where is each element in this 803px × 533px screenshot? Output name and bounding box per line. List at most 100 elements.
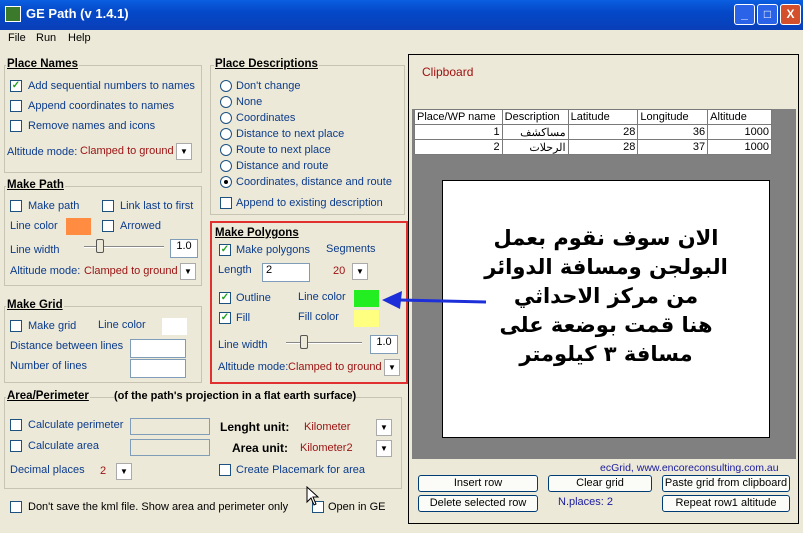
title-bar: GE Path (v 1.4.1) _ □ X [0, 0, 803, 30]
poly-width-slider[interactable] [286, 342, 362, 344]
window-title: GE Path (v 1.4.1) [26, 6, 129, 21]
desc-option-radio[interactable] [220, 128, 232, 140]
grid-distance-label: Distance between lines [10, 340, 124, 352]
clipboard-table: Place/WP name Description Latitude Longi… [414, 109, 772, 155]
annotation-line: من مركز الاحداثي [513, 284, 699, 308]
make-grid-checkbox[interactable] [10, 320, 22, 332]
desc-option-radio[interactable] [220, 160, 232, 172]
alt-mode-value: Clamped to ground [80, 145, 174, 157]
desc-option-radio[interactable] [220, 80, 232, 92]
remove-names-checkbox[interactable] [10, 120, 22, 132]
link-last-checkbox[interactable] [102, 200, 114, 212]
insert-row-button[interactable]: Insert row [418, 475, 538, 492]
path-width-thumb[interactable] [96, 239, 104, 253]
col-header-lat[interactable]: Latitude [567, 109, 639, 125]
grid-line-color-swatch[interactable] [162, 318, 187, 335]
paste-grid-button[interactable]: Paste grid from clipboard [662, 475, 790, 492]
table-cell[interactable]: 1000 [707, 124, 772, 140]
menu-run[interactable]: Run [36, 32, 56, 44]
clipboard-title: Clipboard [422, 65, 474, 79]
segments-dropdown[interactable]: ▼ [352, 263, 368, 280]
length-unit-dropdown[interactable]: ▼ [376, 419, 392, 436]
grid-distance-input[interactable] [130, 339, 186, 358]
calc-area-checkbox[interactable] [10, 440, 22, 452]
poly-alt-dropdown[interactable]: ▼ [384, 359, 400, 376]
fill-label: Fill [236, 312, 251, 324]
clear-grid-button[interactable]: Clear grid [548, 475, 652, 492]
length-input[interactable]: 2 [262, 263, 310, 282]
poly-alt-value: Clamped to ground [288, 361, 382, 373]
fill-color-swatch[interactable] [354, 310, 379, 327]
menu-file[interactable]: File [8, 32, 26, 44]
make-polygons-checkbox[interactable]: ✓ [219, 244, 231, 256]
append-coords-checkbox[interactable] [10, 100, 22, 112]
arrowed-checkbox[interactable] [102, 220, 114, 232]
col-header-desc[interactable]: Description [501, 109, 569, 125]
menu-help[interactable]: Help [68, 32, 91, 44]
make-grid-title: Make Grid [6, 299, 64, 311]
table-cell[interactable]: 28 [567, 124, 639, 140]
desc-option-label: Don't change [236, 80, 301, 92]
minimize-button[interactable]: _ [734, 4, 755, 25]
table-cell[interactable]: الرحلات [501, 139, 569, 155]
poly-width-input[interactable]: 1.0 [370, 335, 398, 354]
table-cell[interactable]: مساكشف [501, 124, 569, 140]
repeat-altitude-button[interactable]: Repeat row1 altitude [662, 495, 790, 512]
path-alt-dropdown[interactable]: ▼ [180, 263, 196, 280]
credit-text: ecGrid, www.encoreconsulting.com.au [600, 462, 779, 474]
desc-option-radio[interactable] [220, 144, 232, 156]
decimal-dropdown[interactable]: ▼ [116, 463, 132, 480]
annotation-text: الان سوف نقوم بعمل البولجن ومسافة الدوائ… [446, 224, 766, 369]
desc-option-radio[interactable] [220, 176, 232, 188]
annotation-line: مسافة ٣ كيلومتر [519, 342, 693, 366]
dont-save-label: Don't save the kml file. Show area and p… [28, 501, 289, 513]
table-row[interactable]: 2 الرحلات 28 37 1000 [414, 139, 772, 155]
poly-width-thumb[interactable] [300, 335, 308, 349]
dont-save-checkbox[interactable] [10, 501, 22, 513]
make-path-checkbox[interactable] [10, 200, 22, 212]
area-output [130, 439, 210, 456]
col-header-alt[interactable]: Altitude [707, 109, 772, 125]
create-placemark-checkbox[interactable] [219, 464, 231, 476]
table-cell[interactable]: 2 [414, 139, 503, 155]
table-cell[interactable]: 37 [637, 139, 709, 155]
add-seq-checkbox[interactable]: ✓ [10, 80, 22, 92]
table-cell[interactable]: 1 [414, 124, 503, 140]
append-coords-label: Append coordinates to names [28, 100, 175, 112]
desc-option-label: None [236, 96, 263, 108]
close-button[interactable]: X [780, 4, 801, 25]
segments-label: Segments [326, 243, 376, 255]
app-icon [5, 6, 21, 22]
make-grid-label: Make grid [28, 320, 77, 332]
area-subtitle: (of the path's projection in a flat eart… [114, 390, 357, 402]
table-cell[interactable]: 1000 [707, 139, 772, 155]
maximize-button[interactable]: □ [757, 4, 778, 25]
table-cell[interactable]: 36 [637, 124, 709, 140]
append-desc-checkbox[interactable] [220, 197, 232, 209]
area-title: Area/Perimeter [6, 390, 90, 402]
perimeter-output [130, 418, 210, 435]
alt-mode-dropdown[interactable]: ▼ [176, 143, 192, 160]
col-header-place[interactable]: Place/WP name [414, 109, 503, 125]
poly-line-color-swatch[interactable] [354, 290, 379, 307]
table-row[interactable]: 1 مساكشف 28 36 1000 [414, 124, 772, 140]
fill-checkbox[interactable]: ✓ [219, 312, 231, 324]
outline-checkbox[interactable]: ✓ [219, 292, 231, 304]
calc-perimeter-checkbox[interactable] [10, 419, 22, 431]
path-alt-value: Clamped to ground [84, 265, 178, 277]
grid-number-input[interactable] [130, 359, 186, 378]
table-cell[interactable]: 28 [567, 139, 639, 155]
delete-row-button[interactable]: Delete selected row [418, 495, 538, 512]
area-unit-dropdown[interactable]: ▼ [376, 440, 392, 457]
segments-value: 20 [333, 265, 346, 277]
grid-line-color-label: Line color [98, 319, 146, 331]
col-header-lon[interactable]: Longitude [637, 109, 709, 125]
path-line-color-swatch[interactable] [66, 218, 91, 235]
make-path-title: Make Path [6, 179, 65, 191]
desc-option-radio[interactable] [220, 112, 232, 124]
nplaces-label: N.places: 2 [558, 496, 614, 508]
make-path-label: Make path [28, 200, 80, 212]
path-width-input[interactable]: 1.0 [170, 239, 198, 258]
annotation-line: البولجن ومسافة الدوائر [484, 255, 728, 279]
desc-option-radio[interactable] [220, 96, 232, 108]
